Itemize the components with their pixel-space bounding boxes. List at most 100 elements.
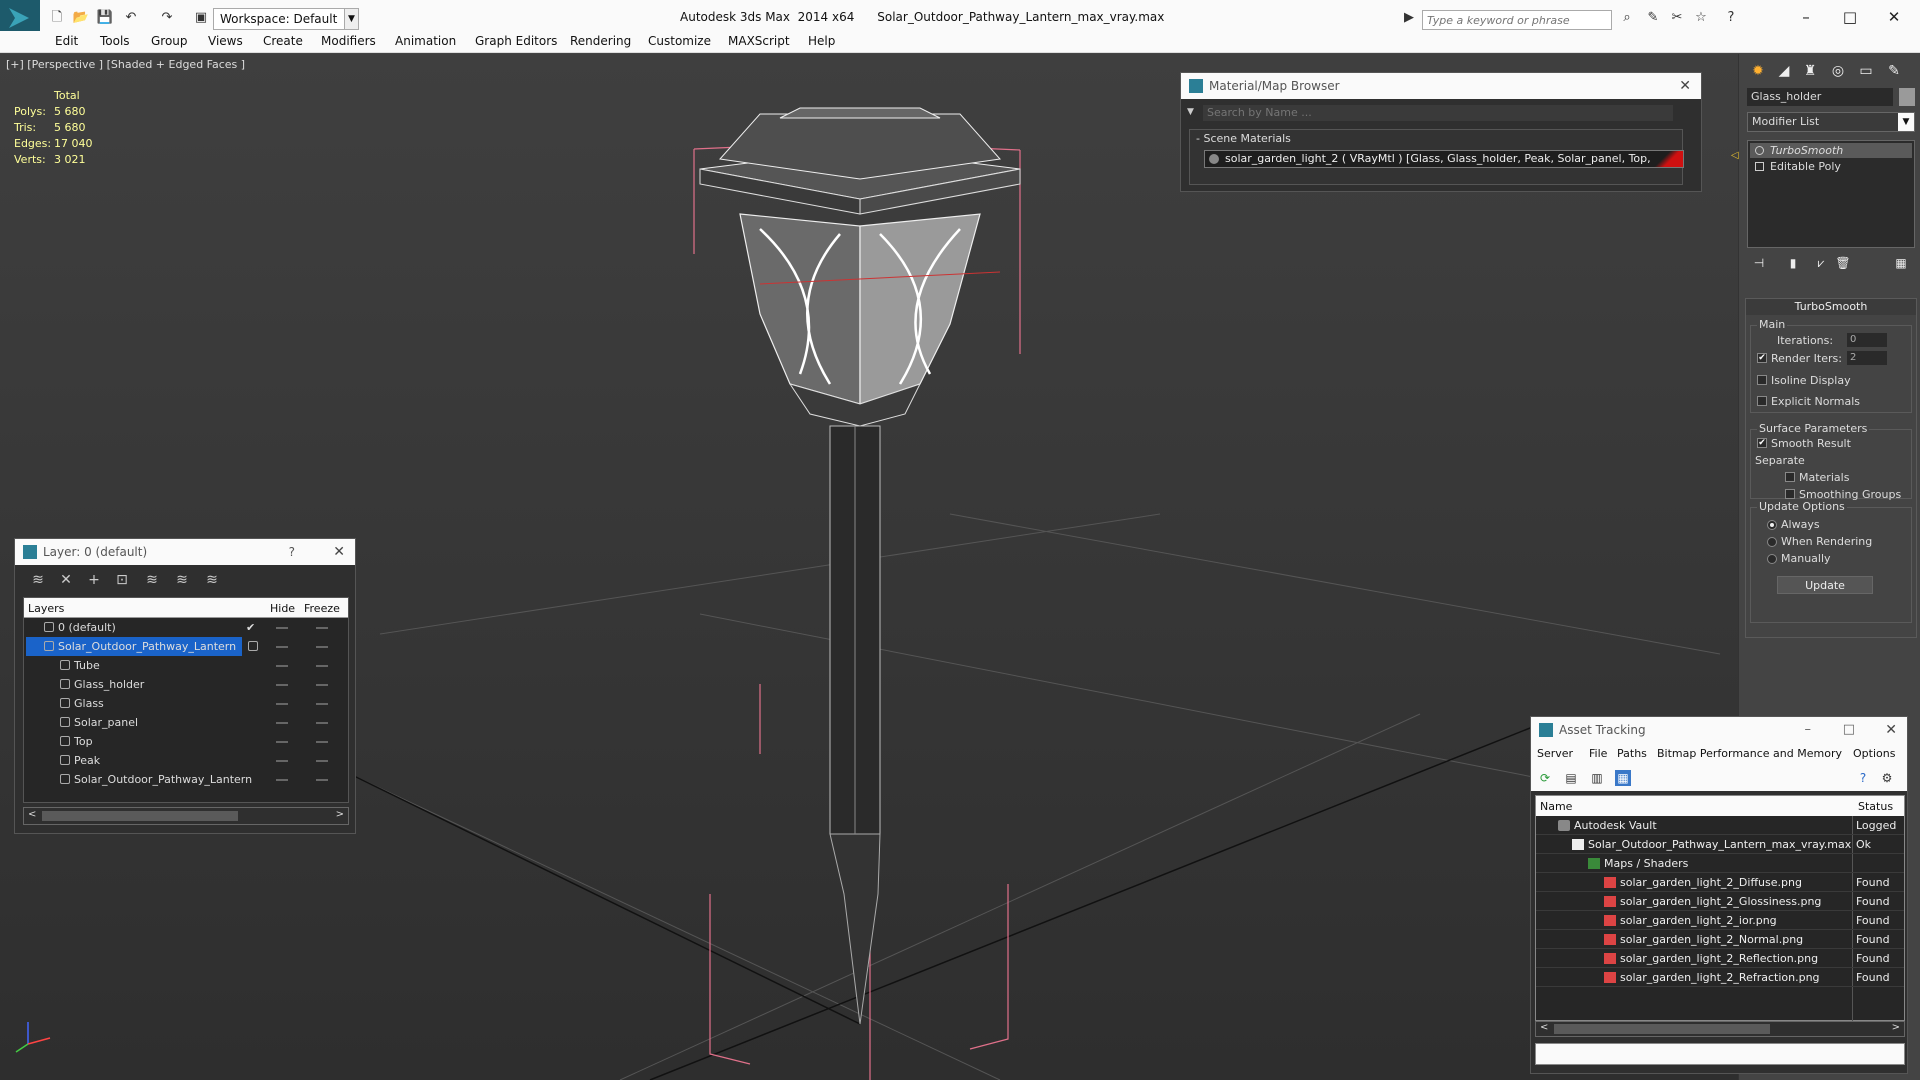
keyword-search-input[interactable] (1422, 10, 1612, 30)
menu-customize[interactable]: Customize (648, 34, 711, 48)
asset-row-normal[interactable]: solar_garden_light_2_Normal.png Found (1536, 930, 1904, 949)
menu-edit[interactable]: Edit (55, 34, 78, 48)
maximize-button[interactable]: □ (1830, 4, 1870, 30)
object-row-top[interactable]: Top (24, 732, 348, 751)
hide-toggle[interactable] (276, 760, 288, 762)
expand-plus-icon[interactable] (1755, 162, 1764, 171)
layer-row-default[interactable]: 0 (default) ✔ (24, 618, 348, 637)
freeze-toggle[interactable] (316, 779, 328, 781)
hide-toggle[interactable] (276, 646, 288, 648)
minimize-button[interactable]: – (1786, 4, 1826, 30)
object-row-glass[interactable]: Glass (24, 694, 348, 713)
menu-graph-editors[interactable]: Graph Editors (475, 34, 557, 48)
render-iters-spinner[interactable]: 2 (1847, 351, 1887, 365)
modifier-list-dropdown[interactable]: Modifier List ▼ (1747, 112, 1915, 132)
asset-row-refraction[interactable]: solar_garden_light_2_Refraction.png Foun… (1536, 968, 1904, 987)
asset-row-ior[interactable]: solar_garden_light_2_ior.png Found (1536, 911, 1904, 930)
close-window-button[interactable]: ✕ (1874, 4, 1914, 30)
create-tab-icon[interactable]: ✹ (1747, 60, 1769, 82)
asset-row-diffuse[interactable]: solar_garden_light_2_Diffuse.png Found (1536, 873, 1904, 892)
freeze-toggle[interactable] (316, 684, 328, 686)
asset-row-reflection[interactable]: solar_garden_light_2_Reflection.png Foun… (1536, 949, 1904, 968)
smooth-result-checkbox[interactable]: ✔ (1757, 438, 1767, 448)
object-row-peak[interactable]: Peak (24, 751, 348, 770)
menu-create[interactable]: Create (263, 34, 303, 48)
list-view-icon[interactable]: ▤ (1563, 770, 1579, 786)
explicit-normals-checkbox[interactable] (1757, 396, 1767, 406)
viewport-label[interactable]: [+] [Perspective ] [Shaded + Edged Faces… (6, 58, 245, 71)
material-item[interactable]: solar_garden_light_2 ( VRayMtl ) [Glass,… (1204, 150, 1684, 168)
menu-modifiers[interactable]: Modifiers (321, 34, 376, 48)
hide-toggle[interactable] (276, 703, 288, 705)
table-view-icon[interactable]: ▦ (1615, 770, 1631, 786)
select-objects-icon[interactable]: ⊡ (113, 571, 131, 589)
smoothing-groups-checkbox[interactable] (1785, 489, 1795, 499)
menu-maxscript[interactable]: MAXScript (728, 34, 790, 48)
settings-icon[interactable]: ⚙ (1879, 770, 1895, 786)
asset-tracking-titlebar[interactable]: Asset Tracking – □ ✕ (1531, 717, 1907, 743)
material-search-input[interactable] (1203, 105, 1673, 121)
expand-arrow-icon[interactable]: ▶ (1400, 9, 1418, 27)
menu-animation[interactable]: Animation (395, 34, 456, 48)
col-status[interactable]: Status (1858, 800, 1893, 813)
maximize-button[interactable]: □ (1843, 717, 1855, 743)
close-button[interactable]: ✕ (333, 539, 345, 565)
menu-views[interactable]: Views (208, 34, 243, 48)
col-hide[interactable]: Hide (270, 602, 295, 615)
menu-tools[interactable]: Tools (100, 34, 130, 48)
hide-toggle[interactable] (276, 779, 288, 781)
freeze-all-icon[interactable]: ≋ (203, 571, 221, 589)
open-file-icon[interactable]: 📂 (72, 9, 90, 27)
freeze-toggle[interactable] (316, 741, 328, 743)
isoline-display-checkbox[interactable] (1757, 375, 1767, 385)
modify-tab-icon[interactable]: ◢ (1773, 60, 1795, 82)
stack-item-editable-poly[interactable]: Editable Poly (1750, 159, 1912, 174)
motion-tab-icon[interactable]: ◎ (1827, 60, 1849, 82)
communication-icon[interactable]: ✂ (1668, 9, 1686, 27)
refresh-icon[interactable]: ⟳ (1537, 770, 1553, 786)
menu-paths[interactable]: Paths (1617, 747, 1647, 760)
detail-view-icon[interactable]: ▥ (1589, 770, 1605, 786)
minimize-button[interactable]: – (1805, 717, 1812, 743)
binoculars-icon[interactable]: ⌕ (1618, 9, 1636, 27)
favorites-star-icon[interactable]: ☆ (1692, 9, 1710, 27)
object-row-tube[interactable]: Tube (24, 656, 348, 675)
update-button[interactable]: Update (1777, 576, 1873, 594)
asset-row-maps-shaders[interactable]: Maps / Shaders (1536, 854, 1904, 873)
hide-toggle[interactable] (276, 722, 288, 724)
asset-row-glossiness[interactable]: solar_garden_light_2_Glossiness.png Foun… (1536, 892, 1904, 911)
create-layer-icon[interactable]: ≋ (29, 571, 47, 589)
col-name[interactable]: Name (1540, 800, 1572, 813)
object-name-field[interactable] (1747, 88, 1893, 106)
make-unique-icon[interactable]: ⩗ (1813, 256, 1829, 270)
hide-toggle[interactable] (276, 684, 288, 686)
display-tab-icon[interactable]: ▭ (1855, 60, 1877, 82)
hierarchy-tab-icon[interactable]: ♜ (1799, 60, 1821, 82)
remove-modifier-icon[interactable]: 🗑 (1835, 256, 1851, 270)
help-icon[interactable]: ? (1855, 770, 1871, 786)
col-layers[interactable]: Layers (28, 602, 64, 615)
save-file-icon[interactable]: 💾 (96, 9, 114, 27)
horizontal-scrollbar[interactable]: < > (23, 807, 349, 825)
scroll-right-arrow[interactable]: > (1892, 1022, 1900, 1033)
asset-row-vault[interactable]: Autodesk Vault Logged (1536, 816, 1904, 835)
utilities-tab-icon[interactable]: ✎ (1883, 60, 1905, 82)
materials-checkbox[interactable] (1785, 472, 1795, 482)
new-file-icon[interactable]: 🗋 (48, 9, 66, 27)
freeze-toggle[interactable] (316, 760, 328, 762)
close-button[interactable]: ✕ (1885, 717, 1897, 743)
workspace-dropdown[interactable]: Workspace: Default ▼ (213, 8, 359, 30)
layer-row-lantern[interactable]: Solar_Outdoor_Pathway_Lantern (24, 637, 348, 656)
hide-toggle[interactable] (276, 741, 288, 743)
hide-all-icon[interactable]: ≋ (173, 571, 191, 589)
scroll-left-arrow[interactable]: < (1540, 1022, 1548, 1033)
redo-icon[interactable]: ↷ (158, 9, 176, 27)
project-folder-icon[interactable]: ▣ (192, 9, 210, 27)
show-end-result-icon[interactable]: ▮ (1785, 256, 1801, 270)
menu-file[interactable]: File (1589, 747, 1607, 760)
subscription-icon[interactable]: ✎ (1644, 9, 1662, 27)
menu-group[interactable]: Group (151, 34, 188, 48)
freeze-toggle[interactable] (316, 703, 328, 705)
freeze-toggle[interactable] (316, 646, 328, 648)
menu-server[interactable]: Server (1537, 747, 1573, 760)
